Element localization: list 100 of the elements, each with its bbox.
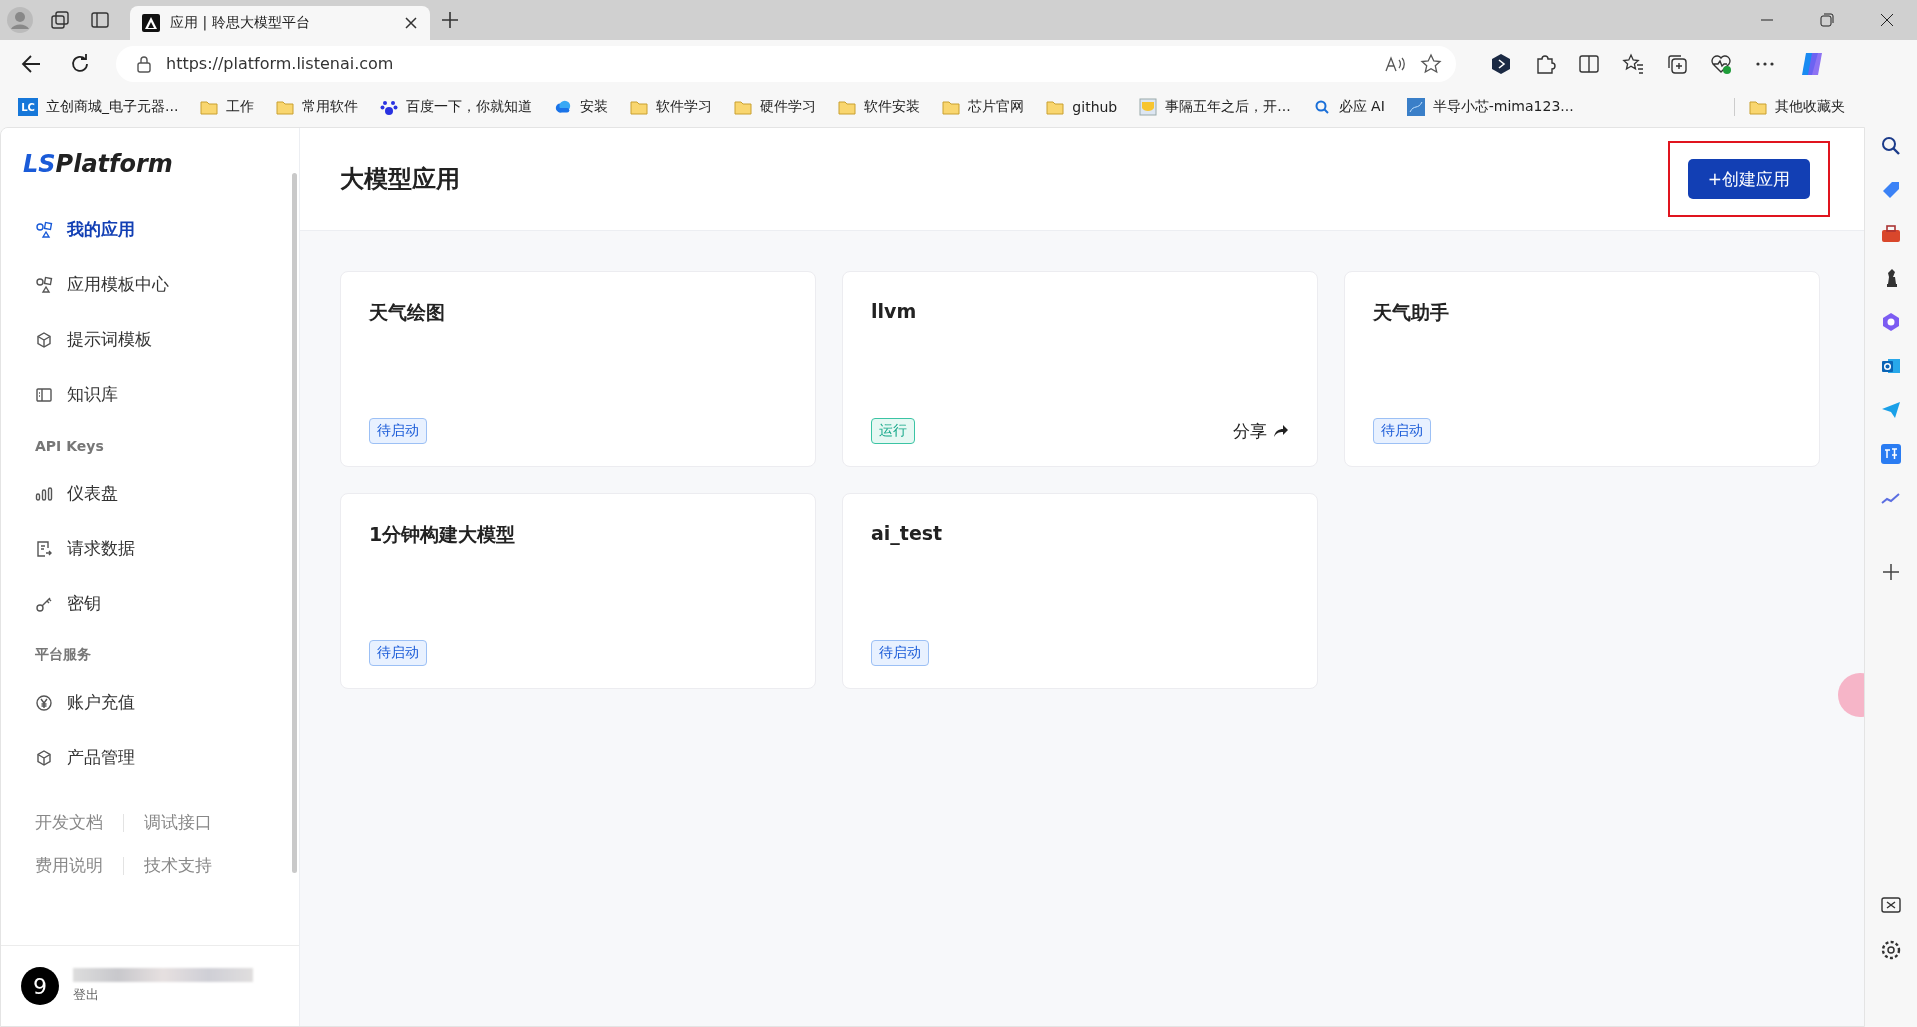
- bookmark-label: 百度一下，你就知道: [406, 98, 533, 116]
- new-tab-icon[interactable]: [441, 11, 459, 29]
- nav-item[interactable]: 请求数据: [35, 521, 299, 576]
- url-text: https://platform.listenai.com: [166, 54, 395, 73]
- split-screen-icon[interactable]: [1578, 52, 1600, 75]
- user-avatar[interactable]: 9: [21, 967, 59, 1005]
- bookmark-label: 软件学习: [656, 98, 713, 116]
- logout-link[interactable]: 登出: [73, 986, 253, 1004]
- bookmark[interactable]: 其他收藏夹: [1734, 98, 1845, 116]
- nav-item[interactable]: 提示词模板: [35, 312, 299, 367]
- translate-icon[interactable]: [1880, 443, 1902, 465]
- share-button[interactable]: 分享: [1233, 419, 1289, 443]
- app-card[interactable]: 1分钟构建大模型 待启动: [340, 493, 816, 689]
- app-card[interactable]: ai_test 待启动: [842, 493, 1318, 689]
- add-icon[interactable]: [1880, 561, 1902, 583]
- site-icon: [1406, 98, 1425, 116]
- search-icon[interactable]: [1880, 135, 1902, 157]
- section-heading: API Keys: [35, 437, 105, 456]
- bookmark-label: 软件安装: [864, 98, 921, 116]
- folder-icon: [630, 98, 649, 116]
- bookmark-label: 半导小芯-mima123...: [1432, 98, 1574, 116]
- app-name: ai_test: [871, 522, 944, 544]
- bookmark[interactable]: 硬件学习: [734, 98, 817, 116]
- bookmark-label: 工作: [226, 98, 255, 116]
- nav-item[interactable]: 账户充值: [35, 675, 299, 730]
- folder-icon: [734, 98, 753, 116]
- star-icon[interactable]: [1420, 52, 1442, 75]
- settings-icon[interactable]: [1880, 939, 1902, 961]
- bookmark[interactable]: 事隔五年之后，开...: [1139, 98, 1291, 116]
- workspaces-icon[interactable]: [50, 10, 70, 30]
- app-name: 天气绘图: [369, 300, 446, 325]
- scrollbar[interactable]: [292, 173, 297, 873]
- page-title: 大模型应用: [340, 164, 460, 195]
- bookmark[interactable]: 工作: [200, 98, 255, 116]
- bookmark-label: 事隔五年之后，开...: [1165, 98, 1291, 116]
- footer-link[interactable]: 调试接口: [144, 811, 212, 834]
- bar-chart-icon: [35, 484, 53, 503]
- tab-actions-icon[interactable]: [90, 10, 110, 30]
- cube-icon: [35, 748, 53, 767]
- app-name: 1分钟构建大模型: [369, 522, 517, 547]
- extension-hexagon-icon[interactable]: [1490, 52, 1512, 75]
- bookmark-label: 安装: [580, 98, 609, 116]
- bookmark-label: github: [1072, 99, 1118, 115]
- footer-link[interactable]: 技术支持: [144, 854, 212, 877]
- app-card[interactable]: 天气助手 待启动: [1344, 271, 1820, 467]
- image-icon: [1139, 98, 1158, 116]
- bookmark[interactable]: 百度一下，你就知道: [380, 98, 533, 116]
- share-arrow-icon: [1273, 424, 1289, 438]
- nav-item[interactable]: 知识库: [35, 367, 299, 422]
- bookmark[interactable]: 常用软件: [276, 98, 359, 116]
- tab-title: 应用 | 聆思大模型平台: [170, 14, 311, 32]
- nav-item[interactable]: 应用模板中心: [35, 257, 299, 312]
- bookmark[interactable]: 半导小芯-mima123...: [1406, 98, 1574, 116]
- browser-tab[interactable]: 应用 | 聆思大模型平台: [130, 6, 430, 40]
- section-heading: 平台服务: [35, 645, 92, 664]
- nav-item[interactable]: 产品管理: [35, 730, 299, 785]
- bookmark-label: 立创商城_电子元器...: [46, 98, 179, 116]
- site-logo-icon: [142, 14, 160, 32]
- status-badge: 待启动: [369, 418, 427, 444]
- app-card[interactable]: 天气绘图 待启动: [340, 271, 816, 467]
- status-badge: 待启动: [369, 640, 427, 666]
- bookmark-label: 硬件学习: [760, 98, 817, 116]
- bookmark[interactable]: github: [1046, 98, 1118, 116]
- status-badge: 待启动: [1373, 418, 1431, 444]
- nav-item[interactable]: 密钥: [35, 576, 299, 631]
- address-bar[interactable]: https://platform.listenai.com: [116, 45, 1456, 82]
- bookmark[interactable]: 必应 AI: [1312, 98, 1385, 116]
- toolbox-icon[interactable]: [1880, 223, 1902, 245]
- health-icon[interactable]: [1710, 52, 1732, 75]
- nav-item[interactable]: 我的应用: [35, 202, 299, 257]
- yen-icon: [35, 693, 53, 712]
- nav-item[interactable]: 仪表盘: [35, 466, 299, 521]
- bookmark[interactable]: 安装: [554, 98, 609, 116]
- app-name: llvm: [871, 300, 918, 322]
- puzzle-icon[interactable]: [1534, 52, 1556, 75]
- collections-icon[interactable]: [1666, 52, 1688, 75]
- folder-icon: [1046, 98, 1065, 116]
- book-icon: [35, 385, 53, 404]
- folder-icon: [942, 98, 961, 116]
- restore-icon[interactable]: [1820, 13, 1834, 27]
- bookmark-label: 必应 AI: [1338, 98, 1385, 116]
- store-logo-icon: LC: [18, 98, 38, 116]
- bookmark[interactable]: 软件学习: [630, 98, 713, 116]
- office-icon[interactable]: [1880, 311, 1902, 333]
- create-app-button[interactable]: +创建应用: [1687, 159, 1810, 199]
- footer-link[interactable]: 费用说明: [35, 854, 103, 877]
- folder-icon: [838, 98, 857, 116]
- bookmark[interactable]: 软件安装: [838, 98, 921, 116]
- lock-icon: [136, 54, 152, 73]
- bookmark-label: 常用软件: [302, 98, 359, 116]
- favorites-icon[interactable]: [1622, 52, 1644, 75]
- app-card[interactable]: llvm 运行 分享: [842, 271, 1318, 467]
- paw-icon: [380, 98, 399, 116]
- logo[interactable]: LSPlatform: [1, 128, 299, 202]
- close-icon[interactable]: [1880, 13, 1894, 27]
- bookmark[interactable]: LC 立创商城_电子元器...: [18, 98, 179, 116]
- status-badge: 待启动: [871, 640, 929, 666]
- footer-link[interactable]: 开发文档: [35, 811, 103, 834]
- close-icon[interactable]: [404, 16, 418, 30]
- bookmark[interactable]: 芯片官网: [942, 98, 1025, 116]
